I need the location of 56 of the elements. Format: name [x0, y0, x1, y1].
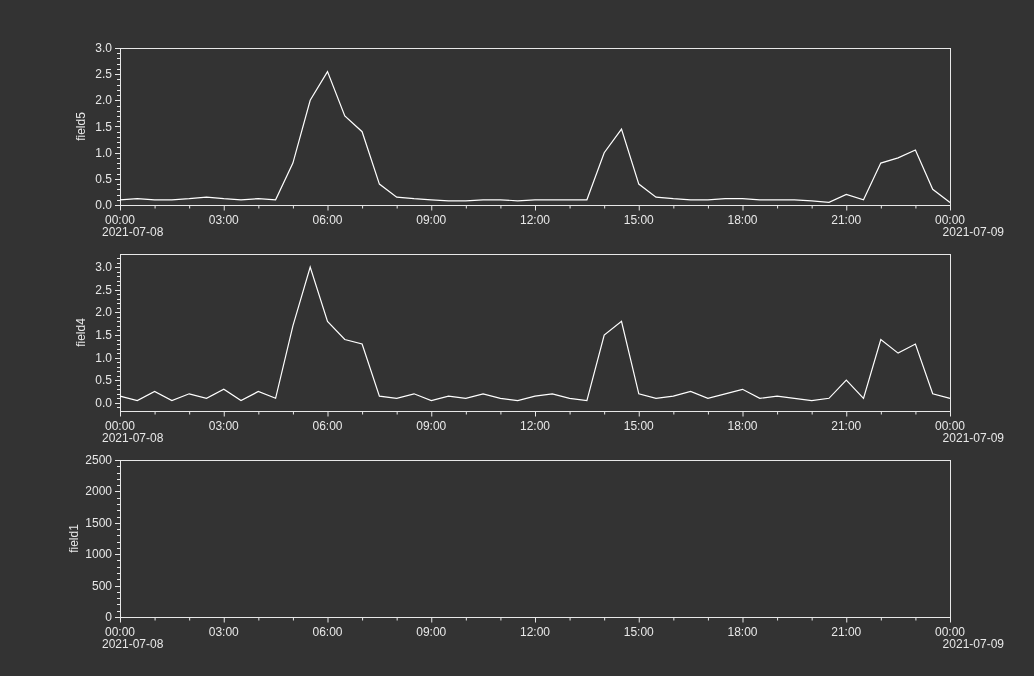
x-tick-label: 09:00	[416, 213, 447, 227]
x-tick-label: 06:00	[312, 625, 343, 639]
x-tick-label: 21:00	[831, 419, 862, 433]
x-tick-label: 15:00	[623, 625, 654, 639]
y-tick-label: 1500	[85, 515, 112, 530]
x-tick-label: 21:00	[831, 625, 862, 639]
date-label: 2021-07-08	[102, 225, 164, 239]
x-tick-label: 00:00	[105, 213, 135, 227]
y-tick-label: 0.0	[95, 395, 112, 410]
y-tick-label: 1.0	[95, 350, 112, 365]
y-tick-label: 3.0	[95, 260, 112, 275]
y-tick-label: 0	[105, 610, 112, 624]
x-tick-label: 12:00	[520, 419, 550, 433]
y-tick-label: 2.5	[95, 282, 112, 297]
x-tick-label: 06:00	[312, 213, 343, 227]
y-tick-label: 0.5	[95, 171, 112, 186]
y-tick-label: 2500	[85, 453, 112, 467]
date-label: 2021-07-09	[942, 431, 1004, 445]
date-label: 2021-07-08	[102, 431, 164, 445]
y-tick-label: 500	[91, 578, 112, 593]
x-tick-label: 09:00	[416, 419, 447, 433]
x-tick-label: 00:00	[105, 419, 135, 433]
y-tick-label: 2.0	[95, 93, 112, 108]
y-axis-label: field4	[74, 318, 88, 347]
y-tick-label: 0.5	[95, 373, 112, 388]
y-tick-label: 1.5	[95, 119, 112, 134]
y-tick-label: 1.0	[95, 145, 112, 160]
y-tick-label: 2.5	[95, 67, 112, 82]
x-tick-label: 00:00	[105, 625, 135, 639]
x-tick-label: 21:00	[831, 213, 862, 227]
x-tick-label: 03:00	[208, 419, 239, 433]
x-tick-label: 15:00	[623, 419, 654, 433]
date-label: 2021-07-08	[102, 637, 164, 651]
x-tick-label: 03:00	[208, 625, 239, 639]
y-tick-label: 2000	[85, 484, 112, 499]
x-tick-label: 09:00	[416, 625, 447, 639]
x-tick-label: 00:00	[935, 213, 965, 227]
x-tick-label: 18:00	[727, 625, 758, 639]
y-tick-label: 2.0	[95, 305, 112, 320]
y-tick-label: 1.5	[95, 328, 112, 342]
y-axis-label: field1	[67, 524, 81, 553]
x-tick-label: 15:00	[623, 213, 654, 227]
x-tick-label: 00:00	[935, 625, 965, 639]
x-tick-label: 03:00	[208, 213, 239, 227]
x-tick-label: 06:00	[312, 419, 343, 433]
x-tick-label: 00:00	[935, 419, 965, 433]
y-tick-label: 1000	[85, 547, 112, 562]
x-tick-label: 18:00	[727, 213, 758, 227]
date-label: 2021-07-09	[942, 225, 1004, 239]
date-label: 2021-07-09	[942, 637, 1004, 651]
y-axis-label: field5	[74, 112, 88, 141]
y-tick-label: 3.0	[95, 41, 112, 55]
x-tick-label: 12:00	[520, 625, 550, 639]
y-tick-label: 0.0	[95, 198, 112, 212]
x-tick-label: 12:00	[520, 213, 550, 227]
x-tick-label: 18:00	[727, 419, 758, 433]
